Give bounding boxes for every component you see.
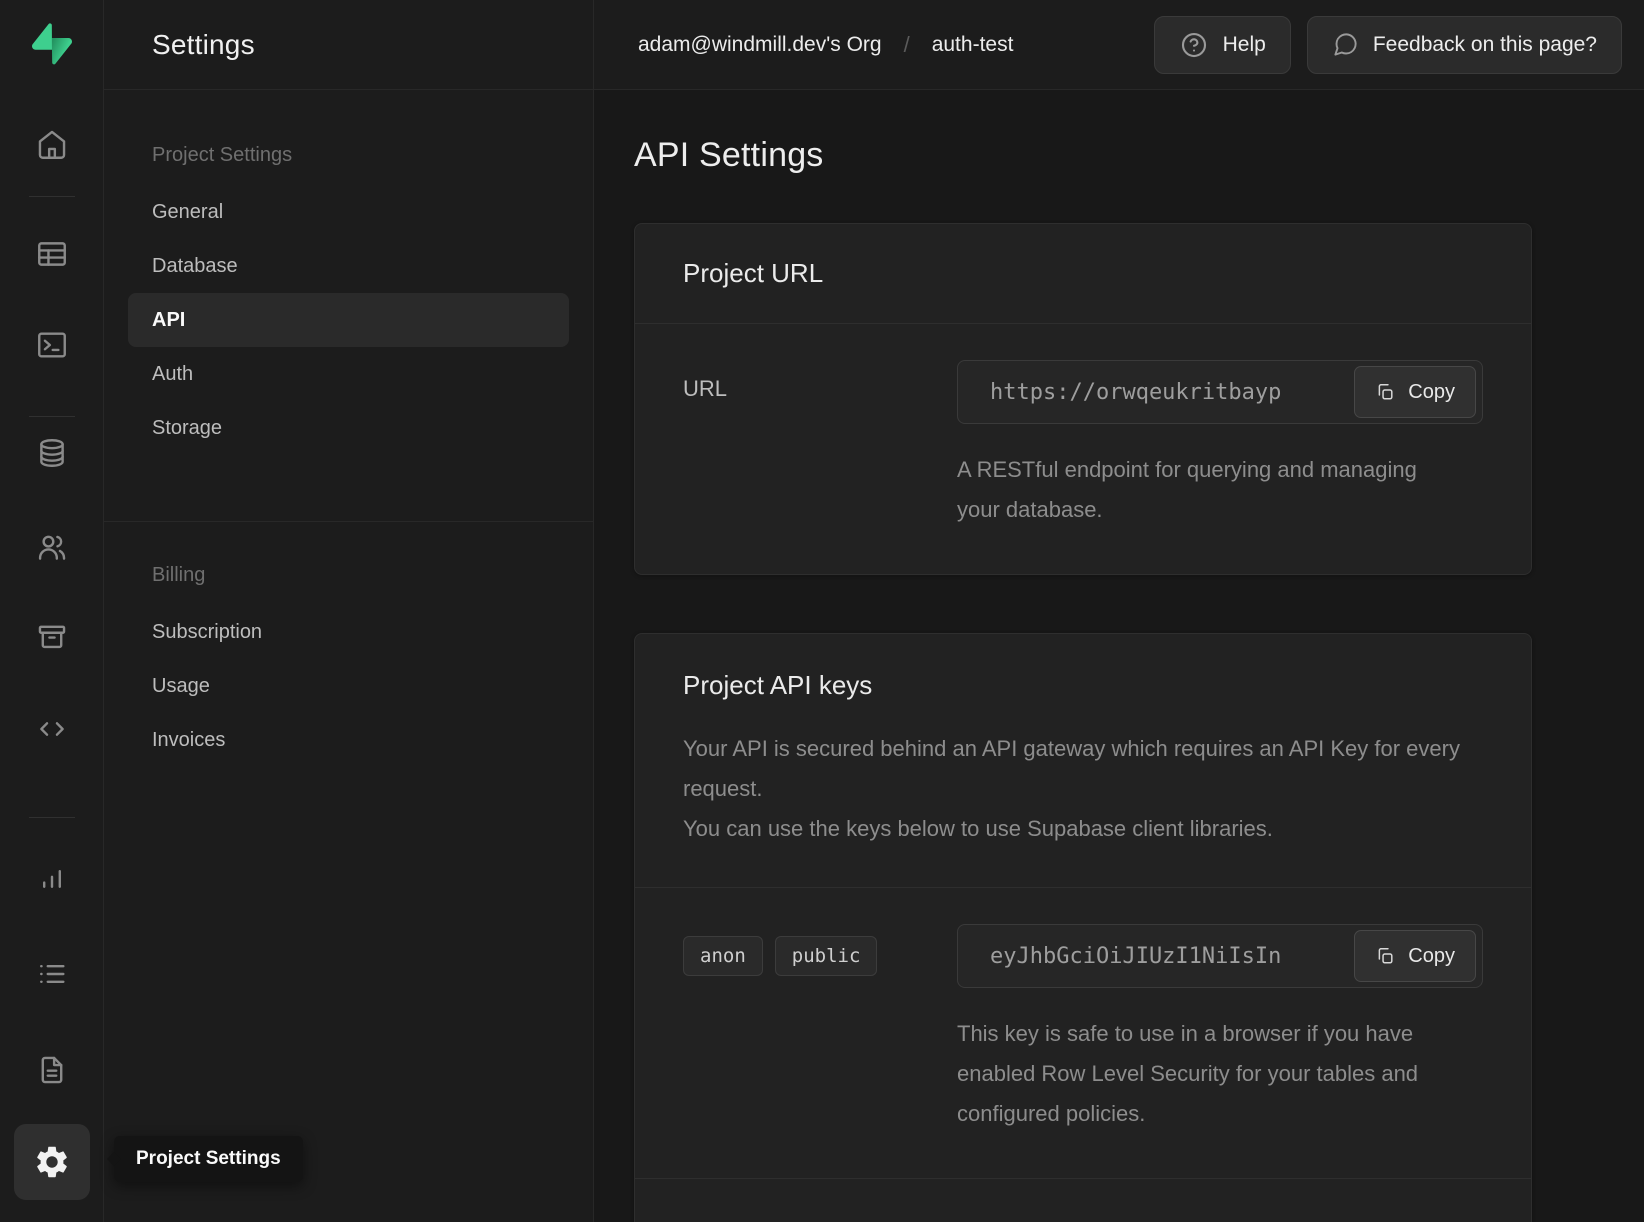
project-url-card: Project URL URL https://orwqeukritbayp <box>634 223 1532 575</box>
section-label-project-settings: Project Settings <box>104 108 593 185</box>
api-keys-card-header: Project API keys Your API is secured beh… <box>635 634 1531 887</box>
anon-key-field-group: eyJhbGciOiJIUzI1NiIsIn Copy This key is … <box>957 924 1483 1134</box>
project-url-value: https://orwqeukritbayp <box>990 380 1281 405</box>
rail-reports-button[interactable] <box>30 857 74 901</box>
feedback-button-label: Feedback on this page? <box>1373 33 1597 57</box>
users-icon <box>35 530 69 564</box>
gear-icon <box>33 1143 71 1181</box>
rail-edge-functions-button[interactable] <box>30 707 74 751</box>
breadcrumb-project[interactable]: auth-test <box>932 33 1014 57</box>
next-key-row-cutoff <box>635 1179 1531 1222</box>
app-window: Project Settings Settings Project Settin… <box>0 0 1644 1222</box>
sidenav-item-auth[interactable]: Auth <box>128 347 569 401</box>
copy-icon <box>1375 946 1396 967</box>
terminal-icon <box>35 328 69 362</box>
copy-anon-key-button[interactable]: Copy <box>1354 930 1476 982</box>
sidenav-item-usage[interactable]: Usage <box>128 659 569 713</box>
help-circle-icon <box>1179 30 1209 60</box>
sidenav-title: Settings <box>152 29 255 61</box>
breadcrumb-org[interactable]: adam@windmill.dev's Org <box>638 33 882 57</box>
rail-project-settings-button[interactable] <box>14 1124 90 1200</box>
code-brackets-icon <box>35 712 69 746</box>
header-actions: Help Feedback on this page? <box>1154 16 1622 74</box>
settings-sidenav: Settings Project Settings General Databa… <box>104 0 594 1222</box>
sidenav-item-api[interactable]: API <box>128 293 569 347</box>
rail-docs-button[interactable] <box>30 1048 74 1092</box>
sidenav-item-invoices[interactable]: Invoices <box>128 713 569 767</box>
project-url-row: URL https://orwqeukritbayp Copy <box>635 324 1531 574</box>
main-header: adam@windmill.dev's Org / auth-test Help <box>594 0 1644 90</box>
home-icon <box>35 128 69 162</box>
rail-authentication-button[interactable] <box>30 525 74 569</box>
breadcrumb: adam@windmill.dev's Org / auth-test <box>638 32 1013 58</box>
rail-table-editor-button[interactable] <box>30 232 74 276</box>
sidenav-item-database[interactable]: Database <box>128 239 569 293</box>
sidenav-header: Settings <box>104 0 593 90</box>
project-api-keys-card: Project API keys Your API is secured beh… <box>634 633 1532 1222</box>
sidenav-item-subscription[interactable]: Subscription <box>128 605 569 659</box>
copy-url-label: Copy <box>1408 381 1455 404</box>
anon-key-row: anon public eyJhbGciOiJIUzI1NiIsIn <box>635 888 1531 1178</box>
list-icon <box>35 957 69 991</box>
help-button-label: Help <box>1223 33 1266 57</box>
rail-storage-button[interactable] <box>30 615 74 659</box>
rail-sql-editor-button[interactable] <box>30 323 74 367</box>
main-area: adam@windmill.dev's Org / auth-test Help <box>594 0 1644 1222</box>
section-label-billing: Billing <box>104 528 593 605</box>
project-settings-tooltip: Project Settings <box>114 1136 303 1182</box>
file-text-icon <box>35 1053 69 1087</box>
help-button[interactable]: Help <box>1154 16 1291 74</box>
url-label: URL <box>683 360 957 530</box>
anon-badge: anon <box>683 936 763 976</box>
archive-box-icon <box>35 620 69 654</box>
url-field-group: https://orwqeukritbayp Copy A RESTful en… <box>957 360 1483 530</box>
api-keys-card-title: Project API keys <box>683 670 1483 701</box>
anon-key-input[interactable]: eyJhbGciOiJIUzI1NiIsIn Copy <box>957 924 1483 988</box>
sidenav-body: Project Settings General Database API Au… <box>104 90 593 767</box>
speech-bubble-icon <box>1332 31 1359 58</box>
sidenav-item-storage[interactable]: Storage <box>128 401 569 455</box>
badge-group: anon public <box>683 924 957 976</box>
copy-anon-key-label: Copy <box>1408 945 1455 968</box>
project-url-card-title: Project URL <box>683 258 1483 289</box>
database-icon <box>35 436 69 470</box>
icon-rail <box>0 0 104 1222</box>
anon-key-description: This key is safe to use in a browser if … <box>957 1014 1483 1134</box>
table-icon <box>35 237 69 271</box>
project-url-card-header: Project URL <box>635 224 1531 323</box>
project-url-input[interactable]: https://orwqeukritbayp Copy <box>957 360 1483 424</box>
rail-divider <box>29 416 75 417</box>
sidenav-divider <box>104 521 593 522</box>
api-keys-description-line2: You can use the keys below to use Supaba… <box>683 809 1483 849</box>
sidenav-item-general[interactable]: General <box>128 185 569 239</box>
anon-key-badges: anon public <box>683 924 957 1134</box>
rail-home-button[interactable] <box>30 123 74 167</box>
copy-url-button[interactable]: Copy <box>1354 366 1476 418</box>
page-title: API Settings <box>634 136 1644 175</box>
anon-key-value: eyJhbGciOiJIUzI1NiIsIn <box>990 944 1281 969</box>
public-badge: public <box>775 936 878 976</box>
rail-divider <box>29 196 75 197</box>
supabase-logo[interactable] <box>28 20 76 68</box>
url-description: A RESTful endpoint for querying and mana… <box>957 450 1437 530</box>
supabase-bolt-icon <box>32 23 72 65</box>
bar-chart-icon <box>35 862 69 896</box>
breadcrumb-separator: / <box>904 32 910 58</box>
api-settings-page: API Settings Project URL URL https://orw… <box>594 90 1644 1222</box>
api-keys-description-line1: Your API is secured behind an API gatewa… <box>683 729 1483 809</box>
billing-nav-list: Subscription Usage Invoices <box>104 605 593 767</box>
rail-logs-button[interactable] <box>30 952 74 996</box>
rail-divider <box>29 817 75 818</box>
project-settings-nav-list: General Database API Auth Storage <box>104 185 593 455</box>
copy-icon <box>1375 382 1396 403</box>
feedback-button[interactable]: Feedback on this page? <box>1307 16 1622 74</box>
rail-database-button[interactable] <box>30 431 74 475</box>
